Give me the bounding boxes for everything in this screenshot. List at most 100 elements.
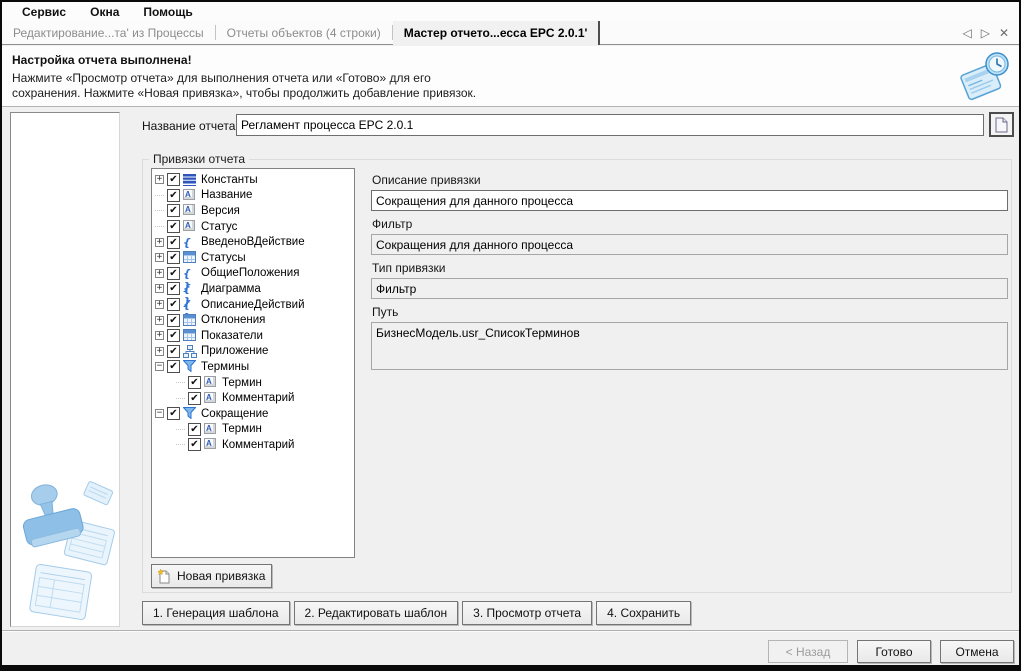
- new-binding-button-label: Новая привязка: [177, 569, 265, 583]
- cancel-button[interactable]: Отмена: [940, 640, 1014, 663]
- close-tab-icon[interactable]: ✕: [999, 26, 1009, 40]
- report-template-button[interactable]: [989, 112, 1014, 137]
- wizard-status-title: Настройка отчета выполнена!: [12, 53, 1019, 67]
- report-name-label: Название отчета:: [142, 119, 239, 133]
- field-icon: A: [204, 423, 218, 436]
- expand-icon[interactable]: +: [155, 316, 164, 325]
- step-preview-report-button[interactable]: 3. Просмотр отчета: [462, 601, 592, 625]
- tree-item[interactable]: ✔AНазвание: [152, 188, 354, 204]
- tree-item[interactable]: −✔Термины: [152, 359, 354, 375]
- tree-item-checkbox[interactable]: ✔: [167, 267, 180, 280]
- tree-item-checkbox[interactable]: ✔: [167, 314, 180, 327]
- expand-icon[interactable]: +: [155, 253, 164, 262]
- tree-item[interactable]: +✔Константы: [152, 172, 354, 188]
- finish-button[interactable]: Готово: [857, 640, 931, 663]
- tree-item-checkbox[interactable]: ✔: [167, 329, 180, 342]
- tree-item-checkbox[interactable]: ✔: [167, 298, 180, 311]
- menu-help[interactable]: Помощь: [131, 5, 204, 19]
- table-icon: [183, 329, 197, 342]
- new-binding-button[interactable]: Новая привязка: [151, 564, 272, 588]
- step-edit-template-button[interactable]: 2. Редактировать шаблон: [294, 601, 459, 625]
- tree-item[interactable]: +✔{ }ОбщиеПоложения: [152, 266, 354, 282]
- tree-item-checkbox[interactable]: ✔: [167, 360, 180, 373]
- report-wizard-window: Сервис Окна Помощь Редактирование...та' …: [0, 0, 1021, 671]
- tab-bar: Редактирование...та' из Процессы Отчеты …: [2, 21, 1019, 45]
- tree-item[interactable]: +✔ Показатели: [152, 328, 354, 344]
- braces-icon: { }: [183, 236, 197, 249]
- tree-item[interactable]: +✔Отклонения: [152, 312, 354, 328]
- menu-windows[interactable]: Окна: [78, 5, 131, 19]
- expand-icon[interactable]: +: [155, 331, 164, 340]
- tree-item-checkbox[interactable]: ✔: [188, 438, 201, 451]
- step-generate-template-button[interactable]: 1. Генерация шаблона: [142, 601, 290, 625]
- tree-item-checkbox[interactable]: ✔: [188, 423, 201, 436]
- field-icon: A: [183, 220, 197, 233]
- report-name-input[interactable]: Регламент процесса EPC 2.0.1: [236, 114, 984, 136]
- tree-item-checkbox[interactable]: ✔: [167, 251, 180, 264]
- tree-item-checkbox[interactable]: ✔: [167, 236, 180, 249]
- filter-icon: [183, 360, 197, 373]
- tree-item[interactable]: ✔AВерсия: [152, 203, 354, 219]
- collapse-icon[interactable]: −: [155, 409, 164, 418]
- tree-item[interactable]: ✔AКомментарий: [152, 437, 354, 453]
- hierarchy-icon: [183, 345, 197, 358]
- tree-item[interactable]: +✔Статусы: [152, 250, 354, 266]
- tab-report-wizard[interactable]: Мастер отчето...есса EPC 2.0.1': [393, 21, 601, 45]
- tree-item[interactable]: −✔Сокращение: [152, 406, 354, 422]
- expand-icon[interactable]: +: [155, 269, 164, 278]
- tree-item[interactable]: +✔Приложение: [152, 344, 354, 360]
- tree-item-label: Комментарий: [222, 439, 294, 451]
- binding-description-input[interactable]: Сокращения для данного процесса: [371, 190, 1008, 211]
- binding-filter-input: Сокращения для данного процесса: [371, 234, 1008, 255]
- tree-guide-line: [176, 429, 185, 430]
- expand-icon[interactable]: +: [155, 300, 164, 309]
- expand-icon[interactable]: +: [155, 238, 164, 247]
- tree-item-label: ОписаниеДействий: [201, 299, 305, 311]
- tree-item-label: Название: [201, 189, 252, 201]
- tree-item-label: Статус: [201, 221, 237, 233]
- tree-item[interactable]: +✔{ }ОписаниеДействий: [152, 297, 354, 313]
- bindings-group-title: Привязки отчета: [149, 152, 249, 166]
- tree-guide-line: [176, 398, 185, 399]
- tree-item-checkbox[interactable]: ✔: [167, 345, 180, 358]
- tab-navigation: ◁ ▷ ✕: [962, 21, 1019, 44]
- tab-edit-processes[interactable]: Редактирование...та' из Процессы: [2, 21, 215, 44]
- tree-item[interactable]: ✔A Термин: [152, 422, 354, 438]
- filter-icon: [183, 407, 197, 420]
- table-icon: [183, 314, 197, 327]
- tab-object-reports[interactable]: Отчеты объектов (4 строки): [216, 21, 392, 44]
- tree-item-label: Диаграмма: [201, 283, 261, 295]
- tree-item-checkbox[interactable]: ✔: [167, 407, 180, 420]
- menu-service[interactable]: Сервис: [10, 5, 78, 19]
- tree-item[interactable]: ✔A Статус: [152, 219, 354, 235]
- report-clock-icon: [959, 50, 1013, 107]
- expand-icon[interactable]: +: [155, 175, 164, 184]
- collapse-icon[interactable]: −: [155, 362, 164, 371]
- tree-item-checkbox[interactable]: ✔: [167, 282, 180, 295]
- tree-item-label: Термин: [222, 423, 262, 435]
- expand-icon[interactable]: +: [155, 284, 164, 293]
- tree-item-checkbox[interactable]: ✔: [167, 173, 180, 186]
- tree-item-checkbox[interactable]: ✔: [167, 189, 180, 202]
- wizard-instructions-line1: Нажмите «Просмотр отчета» для выполнения…: [12, 71, 1019, 86]
- tree-item[interactable]: +✔{ }Диаграмма: [152, 281, 354, 297]
- binding-path-label: Путь: [372, 305, 1008, 319]
- tree-guide-line: [155, 226, 164, 227]
- tree-item[interactable]: ✔AКомментарий: [152, 390, 354, 406]
- tree-item[interactable]: ✔AТермин: [152, 375, 354, 391]
- bindings-tree[interactable]: +✔Константы✔AНазвание✔AВерсия✔AСтатус+✔{…: [151, 168, 355, 558]
- bindings-groupbox: Привязки отчета +✔Константы✔AНазвание✔AВ…: [142, 159, 1012, 593]
- tree-item-checkbox[interactable]: ✔: [188, 392, 201, 405]
- back-button: < Назад: [768, 640, 848, 663]
- tree-item-label: Показатели: [201, 330, 263, 342]
- next-tab-icon[interactable]: ▷: [981, 26, 990, 40]
- tree-item-checkbox[interactable]: ✔: [167, 220, 180, 233]
- tree-item[interactable]: +✔{ }ВведеноВДействие: [152, 234, 354, 250]
- prev-tab-icon[interactable]: ◁: [962, 26, 971, 40]
- expand-icon[interactable]: +: [155, 347, 164, 356]
- tree-item-checkbox[interactable]: ✔: [167, 204, 180, 217]
- tree-item-checkbox[interactable]: ✔: [188, 376, 201, 389]
- step-save-button[interactable]: 4. Сохранить: [596, 601, 691, 625]
- wizard-step-buttons: 1. Генерация шаблона 2. Редактировать ша…: [142, 601, 691, 625]
- tree-item-label: Версия: [201, 205, 240, 217]
